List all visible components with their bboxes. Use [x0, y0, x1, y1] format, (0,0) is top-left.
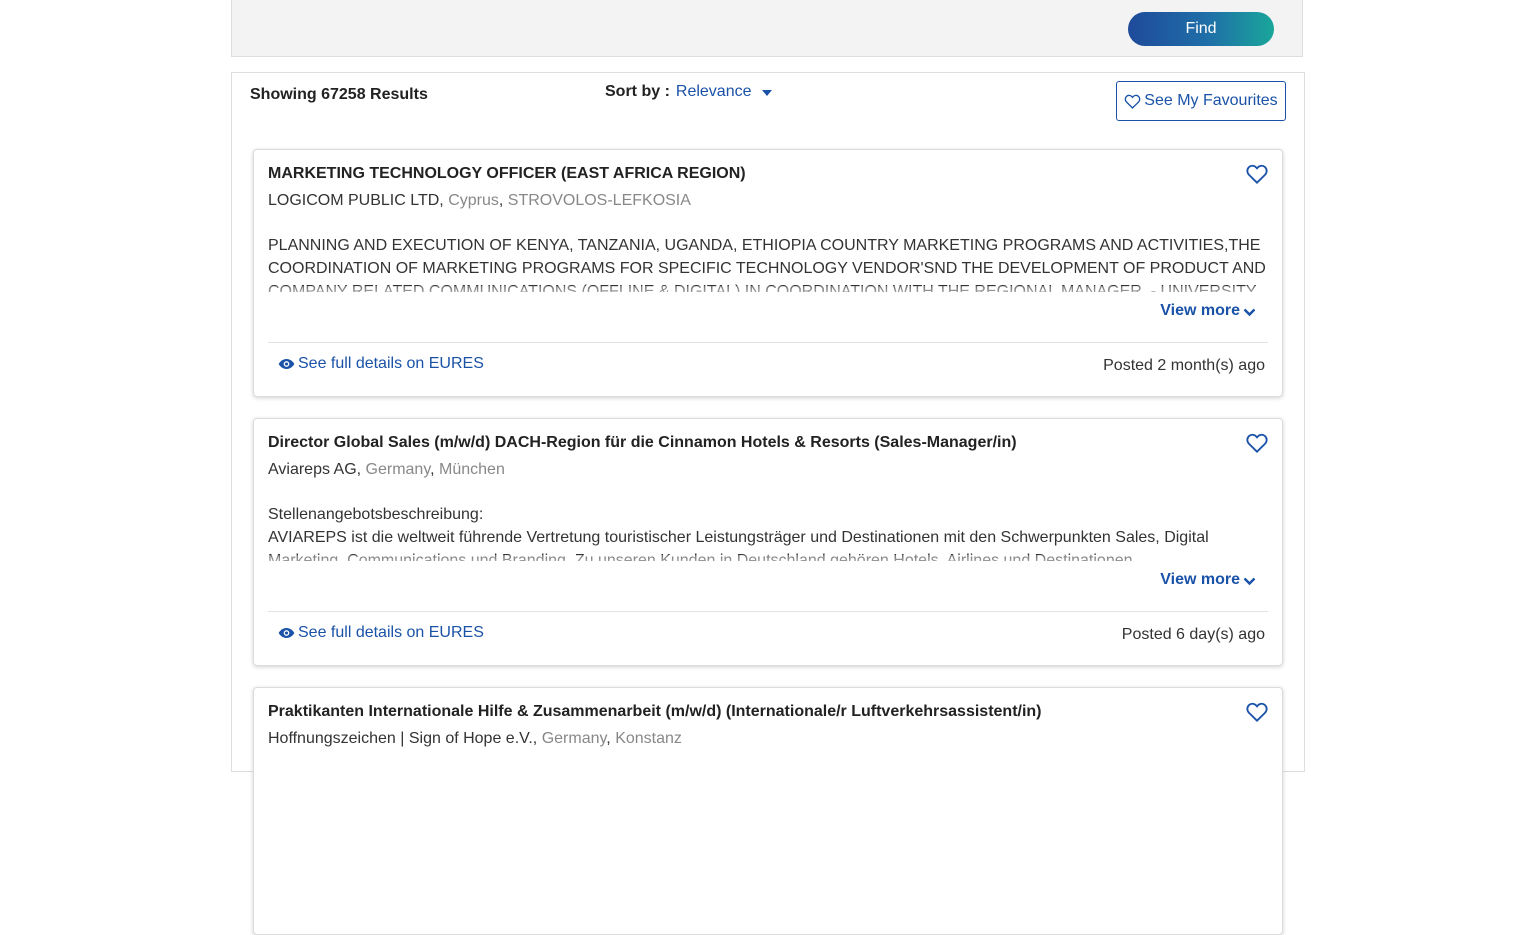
job-card: Director Global Sales (m/w/d) DACH-Regio… [253, 418, 1283, 666]
card-divider [268, 611, 1268, 612]
job-country: Germany [365, 461, 431, 478]
eures-details-link[interactable]: See full details on EURES [278, 355, 484, 373]
posted-date: Posted 6 day(s) ago [1121, 626, 1265, 643]
sort-value[interactable]: Relevance [676, 83, 752, 101]
job-country: Germany [541, 730, 607, 747]
job-company-location: Hoffnungszeichen | Sign of Hope e.V., Ge… [268, 730, 682, 747]
job-title[interactable]: MARKETING TECHNOLOGY OFFICER (EAST AFRIC… [268, 165, 746, 183]
view-more-label: View more [1160, 302, 1240, 319]
sort-label: Sort by : [605, 83, 670, 100]
job-city: Konstanz [615, 730, 682, 747]
heart-outline-icon [1124, 94, 1141, 109]
chevron-down-icon [1243, 577, 1256, 585]
description-fade [254, 555, 1282, 583]
eye-icon [278, 359, 295, 369]
results-panel: Showing 67258 Results Sort by : Relevanc… [231, 72, 1305, 935]
job-title[interactable]: Director Global Sales (m/w/d) DACH-Regio… [268, 434, 1017, 452]
job-title[interactable]: Praktikanten Internationale Hilfe & Zusa… [268, 703, 1042, 721]
eures-details-link[interactable]: See full details on EURES [278, 624, 484, 642]
job-company: LOGICOM PUBLIC LTD [268, 192, 440, 209]
job-card: MARKETING TECHNOLOGY OFFICER (EAST AFRIC… [253, 149, 1283, 397]
job-company-location: Aviareps AG, Germany, München [268, 461, 505, 478]
description-fade [254, 286, 1282, 314]
see-favourites-label: See My Favourites [1144, 92, 1278, 109]
eures-details-label: See full details on EURES [298, 624, 484, 641]
favourite-heart-icon[interactable] [1246, 163, 1268, 185]
job-company-location: LOGICOM PUBLIC LTD, Cyprus, STROVOLOS-LE… [268, 192, 691, 209]
view-more-link[interactable]: View more [1160, 302, 1256, 320]
job-country: Cyprus [448, 192, 499, 209]
caret-down-icon[interactable] [761, 90, 772, 96]
view-more-label: View more [1160, 571, 1240, 588]
posted-date: Posted 2 month(s) ago [1103, 357, 1265, 374]
sort-dropdown[interactable]: Sort by : Relevance [605, 83, 772, 101]
job-description: Stellenangebotsbeschreibung: AVIAREPS is… [268, 506, 1209, 561]
job-description: PLANNING AND EXECUTION OF KENYA, TANZANI… [268, 237, 1266, 292]
results-count: Showing 67258 Results [250, 86, 428, 103]
eye-icon [278, 628, 295, 638]
find-button[interactable]: Find [1128, 12, 1274, 46]
view-more-link[interactable]: View more [1160, 571, 1256, 589]
search-panel: Find [231, 0, 1303, 57]
job-city: STROVOLOS-LEFKOSIA [507, 192, 691, 209]
job-city: München [439, 461, 505, 478]
see-favourites-button[interactable]: See My Favourites [1116, 81, 1286, 121]
job-card: Praktikanten Internationale Hilfe & Zusa… [253, 687, 1283, 935]
job-company: Hoffnungszeichen | Sign of Hope e.V. [268, 730, 533, 747]
favourite-heart-icon[interactable] [1246, 432, 1268, 454]
favourite-heart-icon[interactable] [1246, 701, 1268, 723]
job-company: Aviareps AG [268, 461, 357, 478]
card-divider [268, 342, 1268, 343]
chevron-down-icon [1243, 308, 1256, 316]
eures-details-label: See full details on EURES [298, 355, 484, 372]
